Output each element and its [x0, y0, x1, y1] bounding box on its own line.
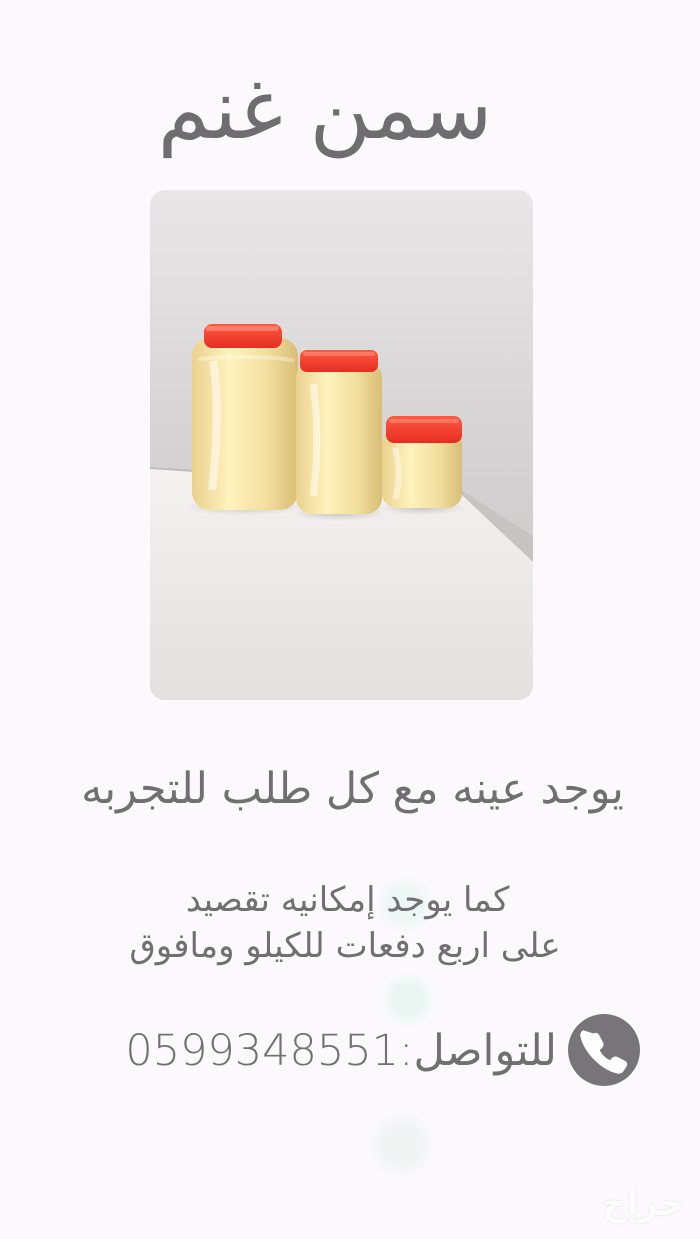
ghee-jars-photo — [150, 190, 533, 700]
contact-phone-text: للتواصل:0599348551 — [125, 1026, 557, 1076]
advertisement-page: سمن غنم يوجد عينه مع كل طلب للتجربه كما … — [0, 0, 700, 1239]
contact-row: للتواصل:0599348551 — [95, 1014, 640, 1088]
sample-text: يوجد عينه مع كل طلب للتجربه — [81, 764, 624, 814]
page-title: سمن غنم — [157, 60, 493, 158]
installment-text-line-1: كما يوجد إمكانيه تقصيد — [185, 880, 510, 920]
haraj-watermark: حراج — [602, 1184, 684, 1224]
installment-text-line-2: على اربع دفعات للكيلو ومافوق — [129, 926, 561, 966]
phone-icon — [568, 1014, 640, 1086]
